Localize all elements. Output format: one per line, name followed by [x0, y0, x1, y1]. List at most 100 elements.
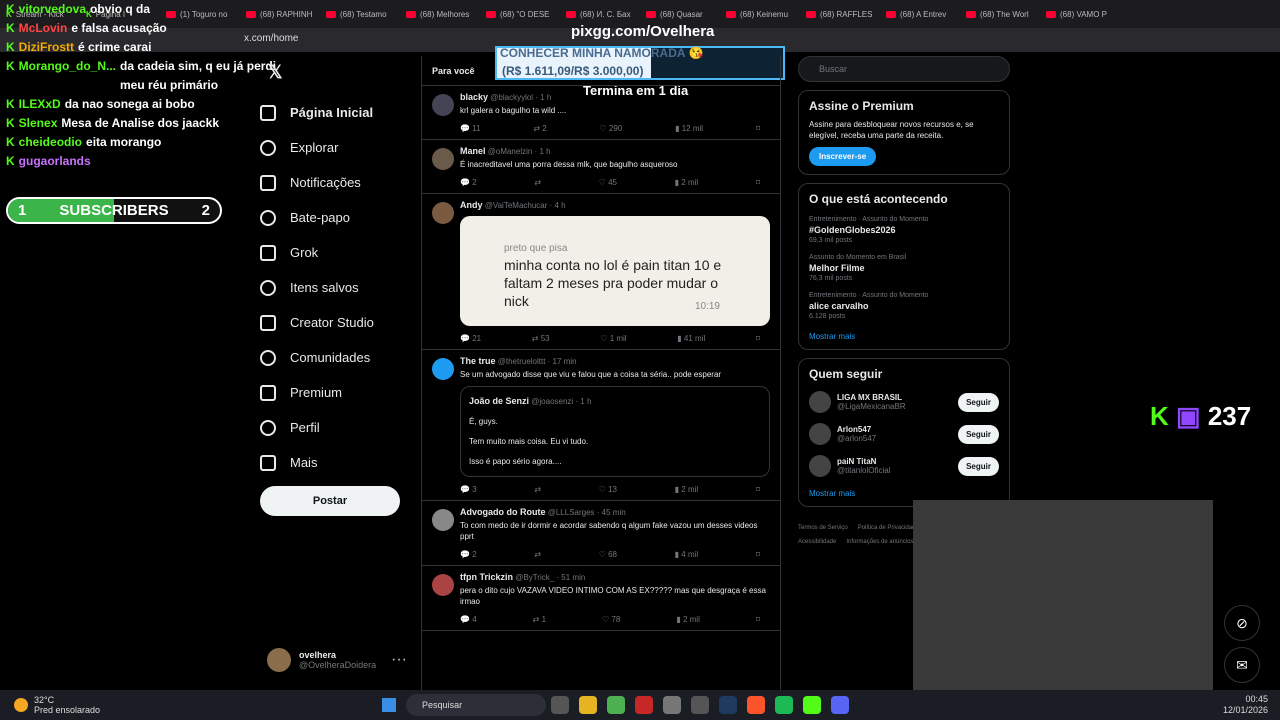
- tweet[interactable]: The true @thetruelolttt · 17 min Se um ad…: [422, 350, 780, 501]
- more-icon[interactable]: ···: [391, 651, 407, 669]
- footer-link[interactable]: Informações de anúncios: [846, 535, 913, 549]
- nav-item-2[interactable]: Notificações: [260, 165, 420, 200]
- avatar[interactable]: [432, 358, 454, 380]
- retweet-button[interactable]: ⇄: [534, 550, 541, 559]
- opera-icon[interactable]: [635, 696, 654, 714]
- bookmark-icon[interactable]: ⌑: [756, 485, 760, 494]
- like-button[interactable]: ♡ 78: [602, 615, 620, 624]
- views-button[interactable]: ▮ 2 mil: [675, 178, 699, 187]
- show-more-trends[interactable]: Mostrar mais: [809, 332, 999, 341]
- trend-item[interactable]: Assunto do Momento em Brasil Melhor Filme…: [809, 254, 999, 282]
- avatar[interactable]: [809, 423, 831, 445]
- nav-item-3[interactable]: Bate-papo: [260, 200, 420, 235]
- footer-link[interactable]: Acessibilidade: [798, 535, 836, 549]
- tab-para-voce[interactable]: Para você: [422, 56, 780, 86]
- views-button[interactable]: ▮ 2 mil: [675, 485, 699, 494]
- follow-button[interactable]: Seguir: [958, 392, 999, 412]
- views-button[interactable]: ▮ 4 mil: [675, 550, 699, 559]
- follow-suggestion[interactable]: Arlon547 @arlon547 Seguir: [809, 423, 999, 445]
- reply-button[interactable]: 💬 2: [460, 178, 477, 187]
- avatar[interactable]: [809, 455, 831, 477]
- reply-button[interactable]: 💬 3: [460, 485, 477, 494]
- tweet[interactable]: Manel @oManelzin · 1 h É inacreditavel um…: [422, 140, 780, 194]
- chrome-icon[interactable]: [607, 696, 626, 714]
- nav-item-7[interactable]: Comunidades: [260, 340, 420, 375]
- avatar[interactable]: [432, 509, 454, 531]
- taskbar-search[interactable]: Pesquisar: [406, 694, 547, 716]
- footer-link[interactable]: Termos de Serviço: [798, 521, 848, 535]
- browser-tab[interactable]: (68) Testamo: [320, 0, 400, 28]
- grok-float-button[interactable]: ⊘: [1224, 605, 1260, 641]
- reply-button[interactable]: 💬 4: [460, 615, 477, 624]
- bookmark-icon[interactable]: ⌑: [756, 550, 760, 559]
- avatar[interactable]: [432, 148, 454, 170]
- bookmark-icon[interactable]: ⌑: [756, 615, 760, 624]
- app-icon[interactable]: [663, 696, 682, 714]
- show-more-follows[interactable]: Mostrar mais: [809, 489, 999, 498]
- avatar[interactable]: [432, 202, 454, 224]
- retweet-button[interactable]: ⇄: [534, 485, 541, 494]
- tweet-handle[interactable]: @blackyylol · 1 h: [490, 93, 551, 102]
- browser-tab[interactable]: (68) Melhores: [400, 0, 480, 28]
- follow-button[interactable]: Seguir: [958, 456, 999, 476]
- like-button[interactable]: ♡ 290: [600, 124, 623, 133]
- reply-button[interactable]: 💬 21: [460, 334, 481, 343]
- like-button[interactable]: ♡ 1 mil: [600, 334, 626, 343]
- app-icon[interactable]: [691, 696, 710, 714]
- like-button[interactable]: ♡ 45: [599, 178, 617, 187]
- retweet-button[interactable]: ⇄: [534, 178, 541, 187]
- browser-tab[interactable]: (68) "O DESE: [480, 0, 560, 28]
- views-button[interactable]: ▮ 2 mil: [676, 615, 700, 624]
- views-button[interactable]: ▮ 41 mil: [677, 334, 705, 343]
- discord-icon[interactable]: [831, 696, 850, 714]
- browser-tab[interactable]: (68) The Worl: [960, 0, 1040, 28]
- browser-tab[interactable]: (68) RAFFLES: [800, 0, 880, 28]
- like-button[interactable]: ♡ 68: [599, 550, 617, 559]
- avatar[interactable]: [432, 94, 454, 116]
- footer-link[interactable]: Política de Privacidade: [858, 521, 919, 535]
- like-button[interactable]: ♡ 13: [599, 485, 617, 494]
- retweet-button[interactable]: ⇄ 1: [533, 615, 546, 624]
- follow-suggestion[interactable]: LIGA MX BRASIL @LigaMexicanaBR Seguir: [809, 391, 999, 413]
- nav-item-10[interactable]: Mais: [260, 445, 420, 480]
- tweet[interactable]: Andy @VaiTeMachucar · 4 h preto que pisa m…: [422, 194, 780, 350]
- trend-item[interactable]: Entretenimento · Assunto do Momento #Gold…: [809, 216, 999, 244]
- tweet-author[interactable]: Manel: [460, 146, 486, 156]
- tweet-handle[interactable]: @ByTrick_ · 51 min: [515, 573, 585, 582]
- bookmark-icon[interactable]: ⌑: [756, 124, 760, 133]
- tweet-author[interactable]: tfpn Trickzin: [460, 572, 513, 582]
- tweet[interactable]: Advogado do Route @LLLSarges · 45 min To …: [422, 501, 780, 566]
- follow-suggestion[interactable]: paiN TitaN @titanlolOficial Seguir: [809, 455, 999, 477]
- explorer-icon[interactable]: [579, 696, 598, 714]
- bookmark-icon[interactable]: ⌑: [756, 178, 760, 187]
- trend-item[interactable]: Entretenimento · Assunto do Momento alice…: [809, 292, 999, 320]
- retweet-button[interactable]: ⇄ 2: [533, 124, 546, 133]
- quoted-tweet[interactable]: João de Senzi @joaosenzi · 1 h É, guys. Te…: [460, 386, 770, 477]
- nav-item-1[interactable]: Explorar: [260, 130, 420, 165]
- x-logo-icon[interactable]: 𝕏: [268, 62, 283, 83]
- views-button[interactable]: ▮ 12 mil: [675, 124, 703, 133]
- subscribe-button[interactable]: Inscrever-se: [809, 147, 877, 166]
- kick-icon[interactable]: [803, 696, 822, 714]
- tweet[interactable]: blacky @blackyylol · 1 h krl galera o bag…: [422, 86, 780, 140]
- avatar[interactable]: [432, 574, 454, 596]
- nav-item-9[interactable]: Perfil: [260, 410, 420, 445]
- nav-item-6[interactable]: Creator Studio: [260, 305, 420, 340]
- follow-button[interactable]: Seguir: [958, 424, 999, 444]
- account-switcher[interactable]: ovelhera @OvelheraDoidera ···: [267, 648, 407, 672]
- retweet-button[interactable]: ⇄ 53: [532, 334, 550, 343]
- nav-item-4[interactable]: Grok: [260, 235, 420, 270]
- tweet[interactable]: tfpn Trickzin @ByTrick_ · 51 min pera o d…: [422, 566, 780, 631]
- tweet-author[interactable]: The true: [460, 356, 496, 366]
- reply-button[interactable]: 💬 2: [460, 550, 477, 559]
- browser-tab[interactable]: (68) Keinemu: [720, 0, 800, 28]
- tweet-author[interactable]: Andy: [460, 200, 483, 210]
- tweet-handle[interactable]: @VaiTeMachucar · 4 h: [485, 201, 566, 210]
- start-icon[interactable]: [382, 698, 397, 712]
- tweet-author[interactable]: blacky: [460, 92, 488, 102]
- steam-icon[interactable]: [719, 696, 738, 714]
- task-view-icon[interactable]: [551, 696, 570, 714]
- post-button[interactable]: Postar: [260, 486, 400, 516]
- brave-icon[interactable]: [747, 696, 766, 714]
- tweet-image[interactable]: preto que pisa minha conta no lol é pain …: [460, 216, 770, 326]
